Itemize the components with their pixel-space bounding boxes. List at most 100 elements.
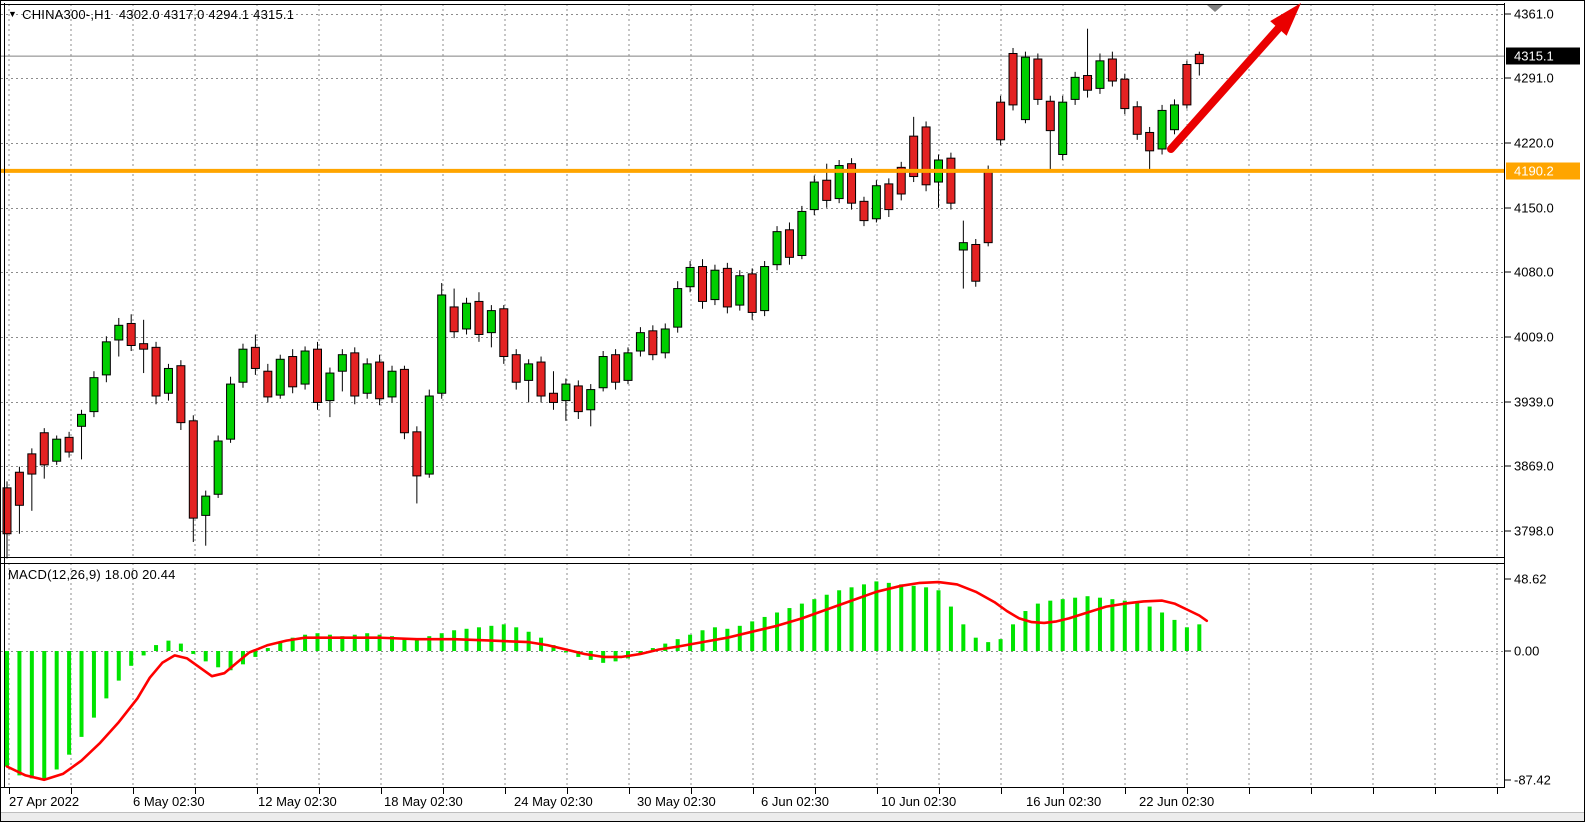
macd-bar bbox=[489, 626, 493, 651]
bear-candle bbox=[537, 362, 545, 396]
macd-bar bbox=[166, 641, 170, 651]
bull-candle bbox=[214, 441, 222, 494]
macd-indicator-label: MACD(12,26,9) 18.00 20.44 bbox=[8, 567, 176, 582]
price-tick-label: 4150.0 bbox=[1514, 201, 1554, 216]
price-tick-label: 4291.0 bbox=[1514, 71, 1554, 86]
price-tick-label: 3869.0 bbox=[1514, 459, 1554, 474]
bear-candle bbox=[972, 244, 980, 281]
price-tick-label: 4009.0 bbox=[1514, 330, 1554, 345]
price-tick-label: 4361.0 bbox=[1514, 7, 1554, 22]
axis-tick-mark bbox=[1505, 402, 1511, 403]
bull-candle bbox=[1071, 77, 1079, 99]
macd-bar bbox=[1148, 607, 1152, 651]
bull-candle bbox=[90, 378, 98, 412]
bull-candle bbox=[164, 368, 172, 393]
axis-tick-mark bbox=[1505, 14, 1511, 15]
chart-canvas[interactable] bbox=[1, 1, 1504, 788]
time-tick-mark bbox=[1373, 788, 1374, 794]
macd-bar bbox=[1135, 602, 1139, 651]
bear-candle bbox=[177, 366, 185, 423]
price-tick-label: 4220.0 bbox=[1514, 136, 1554, 151]
price-axis[interactable]: 4361.04291.04220.04150.04080.04009.03939… bbox=[1505, 1, 1585, 788]
bull-candle bbox=[959, 243, 967, 250]
bear-candle bbox=[264, 371, 272, 397]
bear-candle bbox=[1108, 59, 1116, 81]
time-tick-mark bbox=[629, 788, 630, 794]
time-axis-label: 10 Jun 02:30 bbox=[881, 794, 956, 809]
bear-candle bbox=[723, 268, 731, 307]
bear-candle bbox=[574, 386, 582, 412]
bull-candle bbox=[276, 359, 284, 395]
axis-tick-mark bbox=[1505, 143, 1511, 144]
time-axis-label: 6 May 02:30 bbox=[133, 794, 205, 809]
symbol-dropdown-icon[interactable]: ▼ bbox=[8, 9, 17, 19]
time-axis[interactable]: 27 Apr 20226 May 02:3012 May 02:3018 May… bbox=[1, 788, 1585, 812]
bull-candle bbox=[661, 329, 669, 353]
bull-candle bbox=[463, 303, 471, 329]
macd-bar bbox=[912, 586, 916, 651]
bear-candle bbox=[1121, 79, 1129, 108]
macd-bar bbox=[850, 587, 854, 651]
macd-bar bbox=[216, 651, 220, 667]
macd-tick-label: -87.42 bbox=[1514, 773, 1551, 788]
macd-bar bbox=[142, 651, 146, 655]
macd-bar bbox=[961, 624, 965, 651]
chart-shift-marker-icon[interactable] bbox=[1207, 5, 1223, 12]
macd-bar bbox=[266, 648, 270, 651]
bear-candle bbox=[997, 102, 1005, 140]
bull-candle bbox=[872, 186, 880, 219]
bull-candle bbox=[1021, 57, 1029, 119]
macd-bar bbox=[1011, 624, 1015, 651]
bull-candle bbox=[686, 267, 694, 286]
bull-candle bbox=[674, 289, 682, 328]
bear-candle bbox=[1133, 107, 1141, 135]
time-tick-mark bbox=[1497, 788, 1498, 794]
macd-bar bbox=[42, 651, 46, 780]
bull-candle bbox=[487, 311, 495, 333]
axis-tick-mark bbox=[1505, 651, 1511, 652]
macd-bar bbox=[440, 633, 444, 651]
time-tick-mark bbox=[1125, 788, 1126, 794]
macd-bar bbox=[986, 642, 990, 651]
bear-candle bbox=[612, 355, 620, 383]
macd-bar bbox=[179, 644, 183, 651]
bull-candle bbox=[326, 373, 334, 401]
bull-candle bbox=[525, 364, 533, 381]
time-tick-mark bbox=[381, 788, 382, 794]
bear-candle bbox=[314, 349, 322, 402]
bear-candle bbox=[289, 357, 297, 387]
bear-candle bbox=[860, 201, 868, 220]
current-price-tag: 4315.1 bbox=[1506, 48, 1580, 65]
bear-candle bbox=[251, 347, 259, 368]
bear-candle bbox=[512, 355, 520, 383]
bull-candle bbox=[78, 414, 86, 426]
bull-candle bbox=[1170, 105, 1178, 130]
bull-candle bbox=[363, 364, 371, 393]
bear-candle bbox=[413, 432, 421, 476]
macd-bar bbox=[1061, 599, 1065, 651]
macd-bar bbox=[204, 651, 208, 661]
bull-candle bbox=[562, 384, 570, 401]
bear-candle bbox=[1146, 132, 1154, 150]
bear-candle bbox=[885, 184, 893, 210]
bull-candle bbox=[239, 349, 247, 382]
macd-bar bbox=[1036, 604, 1040, 651]
bear-candle bbox=[450, 307, 458, 332]
time-tick-mark bbox=[1435, 788, 1436, 794]
window-bottom-strip bbox=[1, 812, 1585, 822]
time-axis-label: 12 May 02:30 bbox=[258, 794, 337, 809]
macd-bar bbox=[1172, 620, 1176, 651]
time-axis-label: 27 Apr 2022 bbox=[9, 794, 79, 809]
bear-candle bbox=[823, 180, 831, 200]
bear-candle bbox=[1195, 54, 1203, 63]
axis-tick-mark bbox=[1505, 579, 1511, 580]
bull-candle bbox=[636, 333, 644, 351]
bull-candle bbox=[115, 325, 123, 340]
macd-bar bbox=[1048, 601, 1052, 651]
bull-candle bbox=[624, 353, 632, 381]
time-axis-label: 22 Jun 02:30 bbox=[1139, 794, 1214, 809]
macd-histogram bbox=[5, 581, 1201, 779]
time-tick-mark bbox=[753, 788, 754, 794]
axis-tick-mark bbox=[1505, 466, 1511, 467]
bull-candle bbox=[53, 439, 61, 461]
